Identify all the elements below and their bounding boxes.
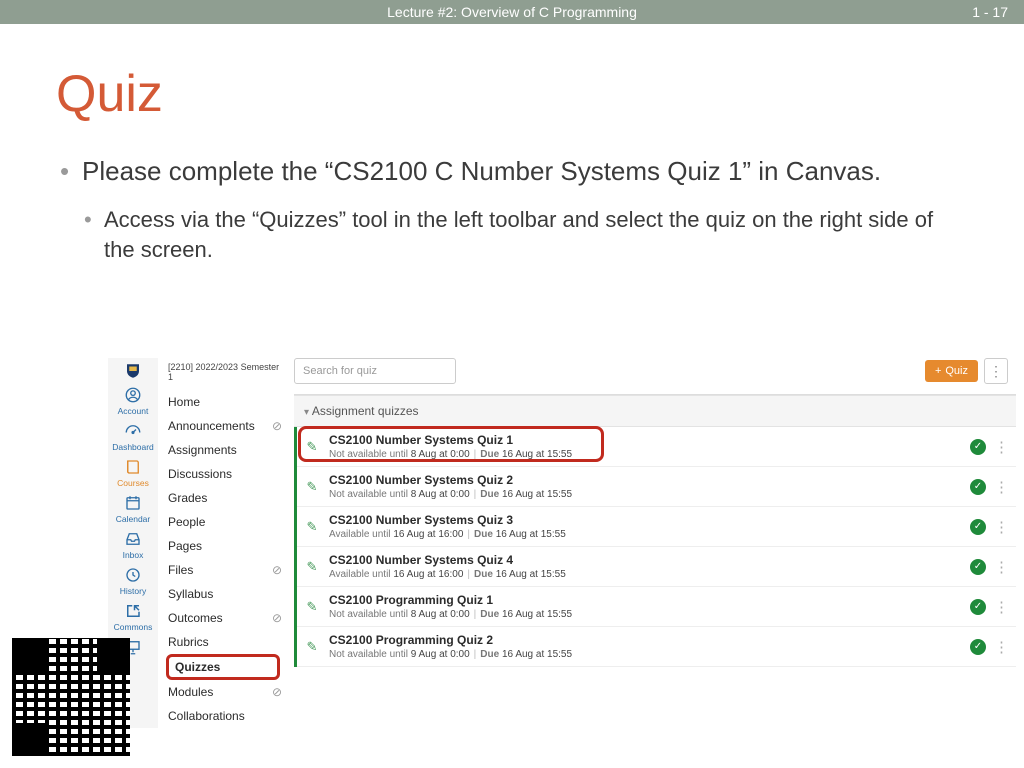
nav-syllabus[interactable]: Syllabus (166, 582, 284, 606)
dashboard-icon (122, 422, 144, 440)
quiz-title: CS2100 Number Systems Quiz 3 (329, 513, 962, 527)
canvas-screenshot: Account Dashboard Courses Calendar Inbox… (108, 358, 1016, 728)
add-quiz-button[interactable]: +Quiz (925, 360, 978, 382)
rail-dashboard[interactable]: Dashboard (109, 422, 157, 452)
rail-commons[interactable]: Commons (109, 602, 157, 632)
page-number: 1 - 17 (972, 4, 1008, 20)
nav-discussions[interactable]: Discussions (166, 462, 284, 486)
quiz-meta: Not available until 8 Aug at 0:00|Due 16… (329, 609, 962, 620)
nav-outcomes[interactable]: Outcomes⊘ (166, 606, 284, 630)
rail-courses[interactable]: Courses (109, 458, 157, 488)
rail-inbox[interactable]: Inbox (109, 530, 157, 560)
institution-logo[interactable] (109, 362, 157, 380)
nav-announcements[interactable]: Announcements⊘ (166, 414, 284, 438)
quiz-row[interactable]: ✎ CS2100 Number Systems Quiz 4 Available u… (297, 547, 1016, 587)
row-options-button[interactable]: ⋮ (994, 478, 1008, 496)
quiz-icon: ✎ (303, 479, 321, 495)
hidden-icon: ⊘ (272, 419, 282, 433)
plus-icon: + (935, 365, 941, 377)
hidden-icon: ⊘ (272, 563, 282, 577)
published-check-icon[interactable]: ✓ (970, 439, 986, 455)
published-check-icon[interactable]: ✓ (970, 639, 986, 655)
quiz-options-button[interactable]: ⋮ (984, 358, 1008, 384)
lecture-title: Lecture #2: Overview of C Programming (387, 4, 637, 20)
quiz-title: CS2100 Number Systems Quiz 1 (329, 433, 962, 447)
clock-icon (122, 566, 144, 584)
row-options-button[interactable]: ⋮ (994, 558, 1008, 576)
nav-quizzes[interactable]: Quizzes (166, 654, 280, 680)
published-check-icon[interactable]: ✓ (970, 519, 986, 535)
quiz-meta: Not available until 9 Aug at 0:00|Due 16… (329, 649, 962, 660)
quiz-meta: Not available until 8 Aug at 0:00|Due 16… (329, 449, 962, 460)
quiz-row[interactable]: ✎ CS2100 Programming Quiz 2 Not available … (297, 627, 1016, 667)
quiz-meta: Available until 16 Aug at 16:00|Due 16 A… (329, 529, 962, 540)
calendar-icon (122, 494, 144, 512)
nav-home[interactable]: Home (166, 390, 284, 414)
row-options-button[interactable]: ⋮ (994, 518, 1008, 536)
quiz-meta: Available until 16 Aug at 16:00|Due 16 A… (329, 569, 962, 580)
nav-grades[interactable]: Grades (166, 486, 284, 510)
rail-account[interactable]: Account (109, 386, 157, 416)
shield-icon (122, 362, 144, 380)
nav-rubrics[interactable]: Rubrics (166, 630, 284, 654)
quiz-list: ✎ CS2100 Number Systems Quiz 1 Not availab… (294, 427, 1016, 667)
user-circle-icon (122, 386, 144, 404)
course-name: [2210] 2022/2023 Semester 1 (166, 362, 284, 382)
slide-header: Lecture #2: Overview of C Programming 1 … (0, 0, 1024, 24)
quiz-title: CS2100 Number Systems Quiz 4 (329, 553, 962, 567)
quiz-title: CS2100 Number Systems Quiz 2 (329, 473, 962, 487)
hidden-icon: ⊘ (272, 685, 282, 699)
quiz-title: CS2100 Programming Quiz 1 (329, 593, 962, 607)
quiz-icon: ✎ (303, 439, 321, 455)
quiz-row[interactable]: ✎ CS2100 Number Systems Quiz 1 Not availab… (297, 427, 1016, 467)
nav-collaborations[interactable]: Collaborations (166, 704, 284, 728)
inbox-icon (122, 530, 144, 548)
nav-pages[interactable]: Pages (166, 534, 284, 558)
published-check-icon[interactable]: ✓ (970, 599, 986, 615)
quiz-row[interactable]: ✎ CS2100 Number Systems Quiz 2 Not availab… (297, 467, 1016, 507)
row-options-button[interactable]: ⋮ (994, 638, 1008, 656)
published-check-icon[interactable]: ✓ (970, 479, 986, 495)
quiz-row[interactable]: ✎ CS2100 Programming Quiz 1 Not available … (297, 587, 1016, 627)
quiz-icon: ✎ (303, 599, 321, 615)
quiz-title: CS2100 Programming Quiz 2 (329, 633, 962, 647)
quiz-meta: Not available until 8 Aug at 0:00|Due 16… (329, 489, 962, 500)
quiz-main-panel: Search for quiz +Quiz ⋮ Assignment quizz… (284, 358, 1016, 728)
nav-files[interactable]: Files⊘ (166, 558, 284, 582)
hidden-icon: ⊘ (272, 611, 282, 625)
row-options-button[interactable]: ⋮ (994, 438, 1008, 456)
quiz-icon: ✎ (303, 639, 321, 655)
course-nav: [2210] 2022/2023 Semester 1 Home Announc… (158, 358, 284, 728)
quiz-row[interactable]: ✎ CS2100 Number Systems Quiz 3 Available u… (297, 507, 1016, 547)
share-icon (122, 602, 144, 620)
published-check-icon[interactable]: ✓ (970, 559, 986, 575)
page-title: Quiz (56, 64, 1024, 124)
rail-history[interactable]: History (109, 566, 157, 596)
nav-assignments[interactable]: Assignments (166, 438, 284, 462)
bullet-main: Please complete the “CS2100 C Number Sys… (60, 154, 964, 189)
rail-calendar[interactable]: Calendar (109, 494, 157, 524)
row-options-button[interactable]: ⋮ (994, 598, 1008, 616)
quiz-icon: ✎ (303, 519, 321, 535)
search-input[interactable]: Search for quiz (294, 358, 456, 384)
bullet-sub: Access via the “Quizzes” tool in the lef… (84, 205, 964, 264)
quiz-icon: ✎ (303, 559, 321, 575)
nav-people[interactable]: People (166, 510, 284, 534)
qr-code (12, 638, 130, 756)
section-assignment-quizzes[interactable]: Assignment quizzes (294, 395, 1016, 427)
book-icon (122, 458, 144, 476)
nav-modules[interactable]: Modules⊘ (166, 680, 284, 704)
